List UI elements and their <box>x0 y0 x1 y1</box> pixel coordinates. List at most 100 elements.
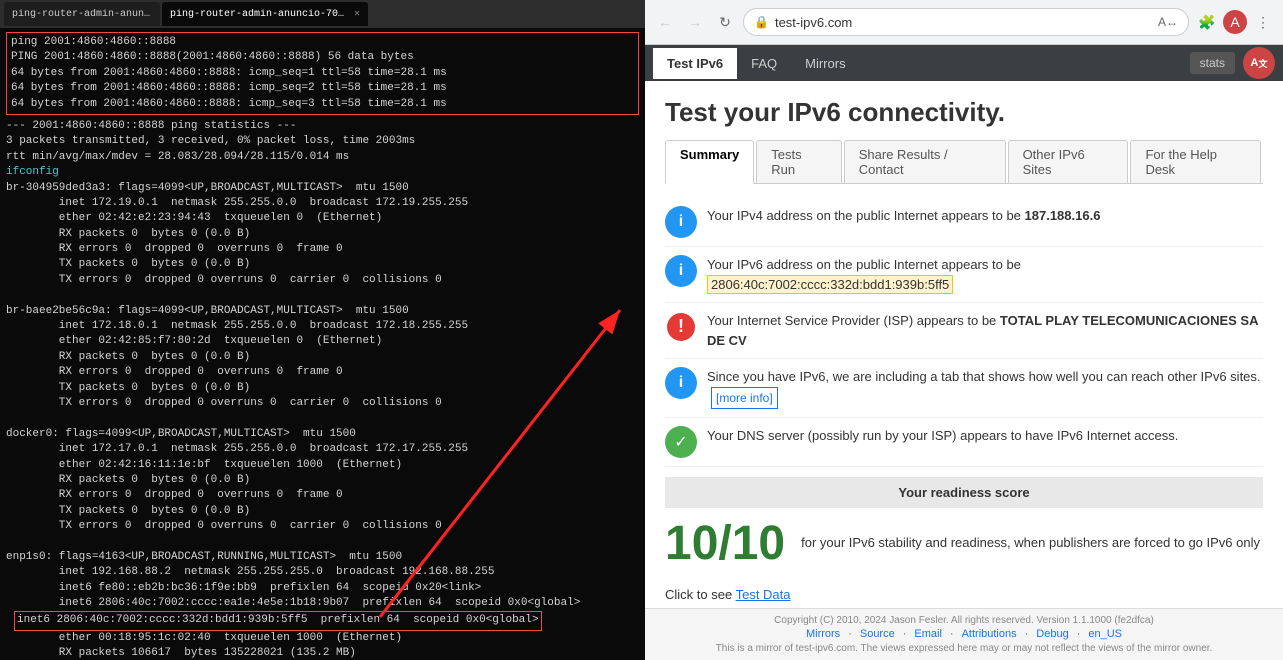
readiness-description: for your IPv6 stability and readiness, w… <box>801 533 1260 553</box>
terminal-line: TX errors 0 dropped 0 overruns 0 carrier… <box>6 519 639 534</box>
stats-button[interactable]: stats <box>1190 52 1235 74</box>
footer-link-email[interactable]: Email <box>914 628 942 640</box>
info-i-icon: i <box>679 213 683 231</box>
info-text-dns: Your DNS server (possibly run by your IS… <box>707 426 1178 446</box>
site-nav-right: stats A文 <box>1190 47 1275 79</box>
info-row-ipv6-tab: i Since you have IPv6, we are including … <box>665 359 1263 418</box>
footer-links: Mirrors · Source · Email · Attributions … <box>665 628 1263 640</box>
terminal-tab-1-label: ping-router-admin-anuncio-700 <box>12 9 152 20</box>
terminal-line: RX packets 0 bytes 0 (0.0 B) <box>6 350 639 365</box>
info-icon-ipv6: i <box>665 255 697 287</box>
info-row-dns: ✓ Your DNS server (possibly run by your … <box>665 418 1263 467</box>
terminal-close-icon[interactable]: ✕ <box>354 8 360 20</box>
terminal-line: TX packets 0 bytes 0 (0.0 B) <box>6 381 639 396</box>
test-data-link[interactable]: Test Data <box>736 587 791 602</box>
page-title: Test your IPv6 connectivity. <box>665 97 1263 128</box>
site-tab-test-ipv6[interactable]: Test IPv6 <box>653 48 737 79</box>
terminal-line: RX errors 0 dropped 0 overruns 0 frame 0 <box>6 242 639 257</box>
terminal-line: inet6 fe80::eb2b:bc36:1f9e:bb9 prefixlen… <box>6 581 639 596</box>
terminal-line: --- 2001:4860:4860::8888 ping statistics… <box>6 119 639 134</box>
info-i-icon-2: i <box>679 262 683 280</box>
terminal-line: 3 packets transmitted, 3 received, 0% pa… <box>6 134 639 149</box>
terminal-tab-2[interactable]: ping-router-admin-anuncio-7000 ✕ <box>162 2 368 26</box>
terminal-line: TX packets 0 bytes 0 (0.0 B) <box>6 257 639 272</box>
terminal-line: RX packets 106617 bytes 135228021 (135.2… <box>6 646 639 660</box>
back-button[interactable]: ← <box>653 10 677 34</box>
tab-help-desk[interactable]: For the Help Desk <box>1130 140 1261 183</box>
terminal-line: inet 172.19.0.1 netmask 255.255.0.0 broa… <box>6 196 639 211</box>
test-data-row: Click to see Test Data <box>665 579 1263 606</box>
svg-text:!: ! <box>678 316 684 336</box>
site-footer: Copyright (C) 2010, 2024 Jason Fesler. A… <box>645 608 1283 660</box>
terminal-line: 64 bytes from 2001:4860:4860::8888: icmp… <box>11 97 634 112</box>
terminal-tab-2-label: ping-router-admin-anuncio-7000 <box>170 9 350 20</box>
checkmark-icon: ✓ <box>674 432 687 452</box>
footer-link-mirrors[interactable]: Mirrors <box>806 628 840 640</box>
footer-link-source[interactable]: Source <box>860 628 895 640</box>
tab-summary[interactable]: Summary <box>665 140 754 184</box>
footer-link-attributions[interactable]: Attributions <box>962 628 1017 640</box>
info-i-icon-3: i <box>679 374 683 392</box>
terminal-line <box>6 535 639 550</box>
terminal-line: rtt min/avg/max/mdev = 28.083/28.094/28.… <box>6 150 639 165</box>
site-content: Test your IPv6 connectivity. Summary Tes… <box>645 81 1283 608</box>
test-data-prefix: Click to see <box>665 587 732 602</box>
address-bar[interactable]: 🔒 test-ipv6.com A↔ <box>743 8 1189 36</box>
terminal-line: ifconfig <box>6 165 639 180</box>
terminal-line: RX errors 0 dropped 0 overruns 0 frame 0 <box>6 365 639 380</box>
more-info-link[interactable]: [more info] <box>711 387 778 409</box>
info-text-ipv6-tab: Since you have IPv6, we are including a … <box>707 367 1263 409</box>
tab-tests-run[interactable]: Tests Run <box>756 140 842 183</box>
lock-icon: 🔒 <box>754 15 769 29</box>
extensions-button[interactable]: 🧩 <box>1195 10 1219 34</box>
terminal-panel: ping-router-admin-anuncio-700 ping-route… <box>0 0 645 660</box>
copyright-text: Copyright (C) 2010, 2024 Jason Fesler. A… <box>665 615 1263 626</box>
info-row-isp: ! Your Internet Service Provider (ISP) a… <box>665 303 1263 359</box>
footer-link-locale[interactable]: en_US <box>1088 628 1122 640</box>
terminal-line: docker0: flags=4099<UP,BROADCAST,MULTICA… <box>6 427 639 442</box>
highlighted-ipv6-line: inet6 2806:40c:7002:cccc:332d:bdd1:939b:… <box>14 611 542 630</box>
info-icon-dns: ✓ <box>665 426 697 458</box>
footer-link-debug[interactable]: Debug <box>1036 628 1068 640</box>
terminal-line: enp1s0: flags=4163<UP,BROADCAST,RUNNING,… <box>6 550 639 565</box>
terminal-line: RX packets 0 bytes 0 (0.0 B) <box>6 473 639 488</box>
forward-button[interactable]: → <box>683 10 707 34</box>
terminal-line: TX errors 0 dropped 0 overruns 0 carrier… <box>6 396 639 411</box>
terminal-line: inet 172.18.0.1 netmask 255.255.0.0 broa… <box>6 319 639 334</box>
translate-icon[interactable]: A↔ <box>1158 15 1178 29</box>
browser-toolbar: ← → ↻ 🔒 test-ipv6.com A↔ 🧩 A ⋮ <box>645 0 1283 44</box>
info-icon-ipv6-tab: i <box>665 367 697 399</box>
terminal-line: ether 02:42:e2:23:94:43 txqueuelen 0 (Et… <box>6 211 639 226</box>
terminal-line <box>6 411 639 426</box>
readiness-header: Your readiness score <box>665 477 1263 508</box>
terminal-content: ping 2001:4860:4860::8888 PING 2001:4860… <box>0 28 645 660</box>
terminal-tabs: ping-router-admin-anuncio-700 ping-route… <box>0 0 645 28</box>
info-text-isp: Your Internet Service Provider (ISP) app… <box>707 311 1263 350</box>
site-nav: Test IPv6 FAQ Mirrors stats A文 <box>645 45 1283 81</box>
menu-button[interactable]: ⋮ <box>1251 10 1275 34</box>
content-tabs: Summary Tests Run Share Results / Contac… <box>665 140 1263 184</box>
terminal-line: inet6 2806:40c:7002:cccc:ea1e:4e5e:1b18:… <box>6 596 639 611</box>
readiness-score-row: 10/10 for your IPv6 stability and readin… <box>665 508 1263 579</box>
info-text-ipv4: Your IPv4 address on the public Internet… <box>707 206 1100 226</box>
terminal-line: TX packets 0 bytes 0 (0.0 B) <box>6 504 639 519</box>
ipv6-address-highlighted: 2806:40c:7002:cccc:332d:bdd1:939b:5ff5 <box>707 275 953 294</box>
terminal-line: ether 02:42:16:11:1e:bf txqueuelen 1000 … <box>6 458 639 473</box>
tab-other-ipv6[interactable]: Other IPv6 Sites <box>1008 140 1129 183</box>
site-tab-mirrors[interactable]: Mirrors <box>791 48 859 79</box>
tab-share-results[interactable]: Share Results / Contact <box>844 140 1006 183</box>
translate-button[interactable]: A文 <box>1243 47 1275 79</box>
terminal-line: RX packets 0 bytes 0 (0.0 B) <box>6 227 639 242</box>
profile-button[interactable]: A <box>1223 10 1247 34</box>
readiness-label: Your readiness score <box>679 485 1249 500</box>
terminal-line: ping 2001:4860:4860::8888 <box>11 35 634 50</box>
browser-chrome: ← → ↻ 🔒 test-ipv6.com A↔ 🧩 A ⋮ <box>645 0 1283 45</box>
site-tab-faq[interactable]: FAQ <box>737 48 791 79</box>
terminal-line: br-baee2be56c9a: flags=4099<UP,BROADCAST… <box>6 304 639 319</box>
mirror-text: This is a mirror of test-ipv6.com. The v… <box>665 643 1263 654</box>
reload-button[interactable]: ↻ <box>713 10 737 34</box>
ping-output-block: ping 2001:4860:4860::8888 PING 2001:4860… <box>6 32 639 115</box>
terminal-line <box>6 288 639 303</box>
terminal-tab-1[interactable]: ping-router-admin-anuncio-700 <box>4 2 160 26</box>
terminal-line: inet6 2806:40c:7002:cccc:332d:bdd1:939b:… <box>17 614 539 626</box>
